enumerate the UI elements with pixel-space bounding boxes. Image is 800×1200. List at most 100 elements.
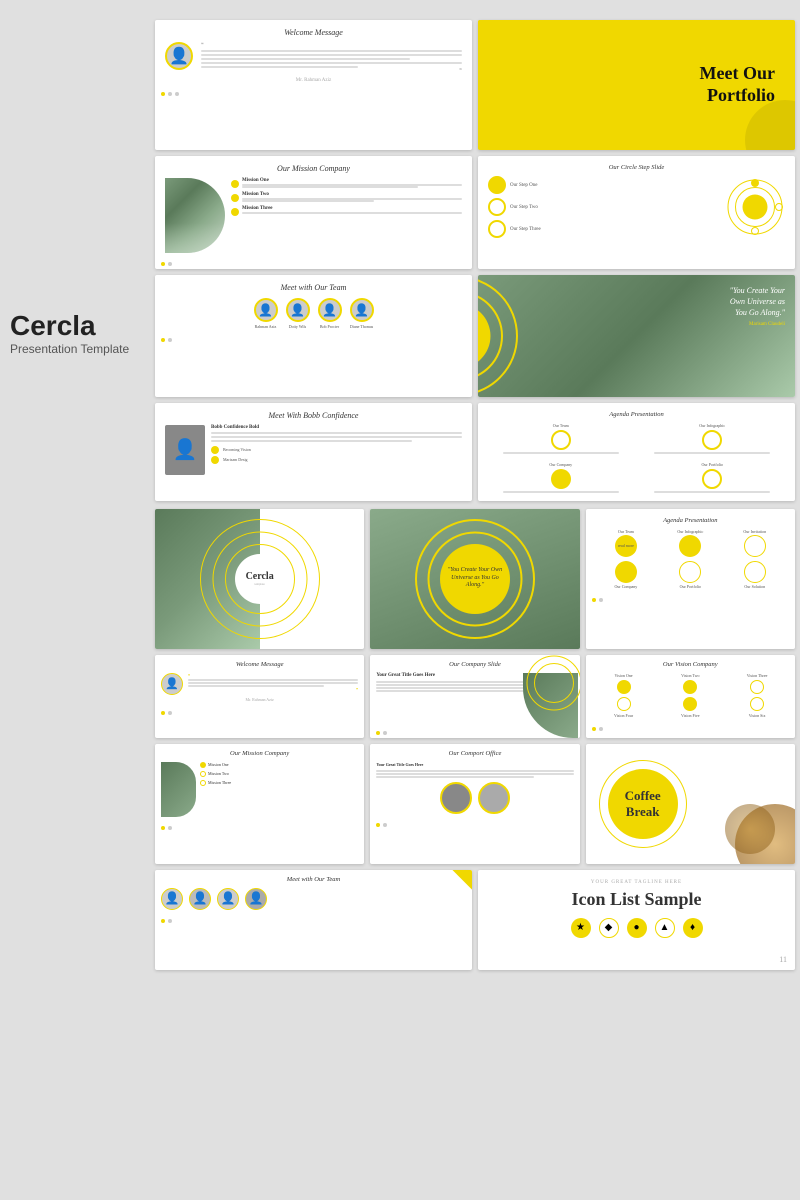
slide-agenda-med[interactable]: Agenda Presentation Our Team read more	[586, 509, 795, 649]
footer-dot	[161, 338, 165, 342]
row-5: Welcome Message 👤 ❝ ❞ Mr. Rahman Aziz	[155, 655, 795, 738]
portfolio-title: Meet OurPortfolio	[700, 63, 775, 106]
text-line	[503, 491, 619, 493]
slide-cercla-title[interactable]: Cercla template	[155, 509, 364, 649]
slide-quote[interactable]: "You Create YourOwn Universe asYou Go Al…	[478, 275, 795, 397]
agenda-label: Our Team	[488, 423, 634, 428]
vision-label: Vision Three	[725, 673, 789, 678]
coffee-break-text: Coffee Break	[608, 788, 678, 819]
avatar: 👤	[245, 888, 267, 910]
mission-dot	[200, 762, 206, 768]
text-line	[242, 186, 418, 188]
agenda-item: Our Company	[488, 462, 634, 495]
slide-team-sm[interactable]: Meet with Our Team 👤 👤 👤 👤	[155, 870, 472, 970]
vision-icon	[750, 680, 764, 694]
mission-item: Mission Three	[231, 206, 462, 216]
slide-quote-med[interactable]: "You Create Your Own Universe as You Go …	[370, 509, 579, 649]
slide-company[interactable]: Our Company Slide Your Great Title Goes …	[370, 655, 579, 738]
text-line	[376, 776, 534, 778]
agenda-circle: read more	[615, 535, 637, 557]
mission-item: Mission Two	[231, 192, 462, 202]
quote-mark-open: ❝	[201, 42, 462, 48]
row-1: Welcome Message 👤 ❝	[155, 20, 795, 150]
slide-icon-list[interactable]: YOUR GREAT TAGLINE HERE Icon List Sample…	[478, 870, 795, 970]
mission-dot	[200, 771, 206, 777]
footer-dot	[592, 727, 596, 731]
mission-label: Mission Three	[208, 780, 231, 785]
text-line	[242, 200, 374, 202]
mission-item: Mission Two	[200, 771, 358, 777]
slide-title: Our Comport Office	[376, 750, 573, 757]
mission-list: Mission One Mission Two Mission Three	[200, 762, 358, 817]
office-photo	[478, 782, 510, 814]
slide-mission-sm[interactable]: Our Mission Company Mission One Mission …	[155, 744, 364, 864]
footer-dot	[168, 711, 172, 715]
agenda-circle	[702, 430, 722, 450]
slide-coffee-break[interactable]: Coffee Break	[586, 744, 795, 864]
footer-dot	[168, 338, 172, 342]
text-line	[503, 452, 619, 454]
slide-agenda[interactable]: Agenda Presentation Our Team Our Infogra…	[478, 403, 795, 501]
slide-circle-step[interactable]: Our Circle Step Slide Our Step One Our S…	[478, 156, 795, 269]
step-circle	[488, 176, 506, 194]
slide-bobb[interactable]: Meet With Bobb Confidence 👤 Bobb Confide…	[155, 403, 472, 501]
slide-welcome-large[interactable]: Welcome Message 👤 ❝	[155, 20, 472, 150]
vision-icon	[617, 680, 631, 694]
step-content: Our Step One Our Step Two Our Step Three	[488, 176, 785, 238]
step-list: Our Step One Our Step Two Our Step Three	[488, 176, 719, 238]
text-line	[211, 440, 412, 442]
mission-label: Mission Two	[208, 771, 229, 776]
row-7: Meet with Our Team 👤 👤 👤 👤	[155, 870, 795, 970]
text-line	[211, 436, 462, 438]
icon	[211, 446, 219, 454]
text-line	[201, 54, 462, 56]
vision-label: Vision Four	[592, 713, 656, 718]
avatar: 👤	[161, 888, 183, 910]
agenda-item: Our Infographic	[660, 529, 720, 557]
agenda-circle	[744, 535, 766, 557]
team-member: 👤 Bob Procter	[318, 298, 342, 329]
mission-dot	[200, 780, 206, 786]
slide-welcome-sm[interactable]: Welcome Message 👤 ❝ ❞ Mr. Rahman Aziz	[155, 655, 364, 738]
agenda-label: Our Company	[488, 462, 634, 467]
mission-content: Mission One Mission Two	[165, 178, 462, 253]
agenda-item: Our Invitation	[725, 529, 785, 557]
inner-circle	[743, 195, 768, 220]
team-row: 👤 Rahman Aziz 👤 Dotty Wils 👤 Bob Procter	[165, 298, 462, 329]
footer-dot	[168, 262, 172, 266]
slide-vision[interactable]: Our Vision Company Vision One Vision Two…	[586, 655, 795, 738]
icon-label: Marisam Desig	[223, 457, 248, 462]
coffee-bg2	[725, 804, 775, 854]
footer-dot	[175, 92, 179, 96]
team-member: 👤	[189, 888, 211, 910]
vision-icon	[750, 697, 764, 711]
tagline: YOUR GREAT TAGLINE HERE	[488, 880, 785, 885]
footer-dot	[161, 262, 165, 266]
agenda-label: Our Portfolio	[640, 462, 786, 467]
welcome-content: 👤 ❝ ❞	[161, 673, 358, 695]
bobb-icons: Becoming Vision	[211, 446, 462, 454]
office-photo	[440, 782, 472, 814]
company-content: Your Great Title Goes Here	[376, 673, 573, 722]
team-member: 👤 Diane Thomas	[350, 298, 374, 329]
slide-office[interactable]: Our Comport Office Your Great Title Goes…	[370, 744, 579, 864]
text-area: ❝ ❞	[188, 673, 358, 692]
slide-footer	[370, 820, 579, 830]
slide-mission-large[interactable]: Our Mission Company Mission One	[155, 156, 472, 269]
slide-title: Meet with Our Team	[165, 283, 462, 292]
slide-team[interactable]: Meet with Our Team 👤 Rahman Aziz 👤 Dotty…	[155, 275, 472, 397]
text-line	[376, 773, 573, 775]
person-icon: 👤	[169, 46, 189, 66]
step-item: Our Step Two	[488, 198, 719, 216]
footer-dot	[168, 826, 172, 830]
brand-title: Cercla	[10, 310, 155, 342]
mission-text: Mission Three	[242, 206, 462, 214]
agenda-item: Our Company	[596, 561, 656, 589]
step-item: Our Step One	[488, 176, 719, 194]
agenda-item: Our Portfolio	[660, 561, 720, 589]
avatar: 👤	[350, 298, 374, 322]
slide-portfolio-large[interactable]: Meet OurPortfolio	[478, 20, 795, 150]
slide-footer	[155, 259, 472, 269]
footer-dot	[599, 727, 603, 731]
mission-item: Mission One	[200, 762, 358, 768]
